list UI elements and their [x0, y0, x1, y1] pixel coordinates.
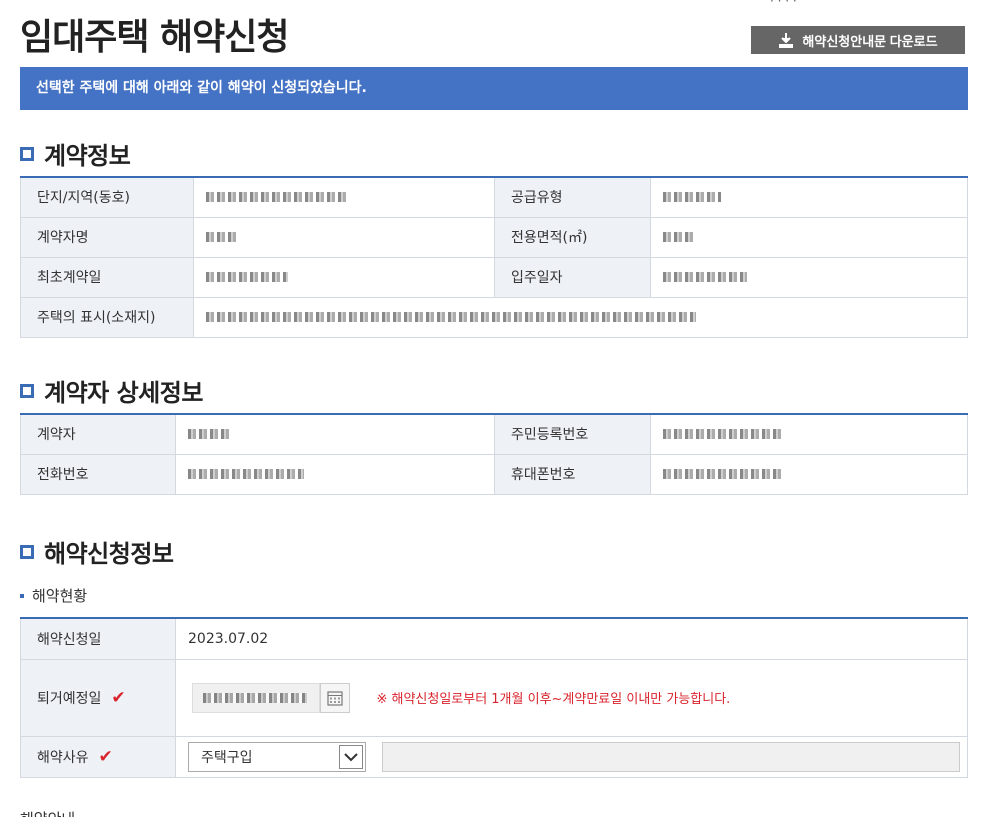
- label-area: 전용면적(㎡): [494, 217, 651, 258]
- reason-detail-input[interactable]: [382, 741, 961, 772]
- section-title-cancellation: 해약신청정보: [20, 534, 174, 569]
- footer-cut-text: 해약안내: [20, 808, 75, 817]
- chevron-down-icon[interactable]: [339, 744, 363, 769]
- section-title-contractor: 계약자 상세정보: [20, 373, 203, 408]
- label-reason-text: 해약사유: [37, 749, 89, 766]
- section-square-icon: [20, 544, 34, 559]
- move-out-date-picker[interactable]: [192, 682, 350, 713]
- label-supply-type: 공급유형: [494, 177, 651, 218]
- notice-banner: 선택한 주택에 대해 아래와 같이 해약이 신청되었습니다.: [20, 67, 968, 110]
- reason-cell: 주택구입: [175, 736, 968, 778]
- label-complex: 단지/지역(동호): [20, 177, 194, 218]
- label-reason: 해약사유 ✔: [20, 736, 176, 778]
- value-contractor: [175, 414, 495, 455]
- value-contractor-name: [193, 217, 495, 258]
- label-move-in-date: 입주일자: [494, 257, 651, 298]
- reason-select-value: 주택구입: [201, 749, 253, 766]
- label-move-out-date-text: 퇴거예정일: [37, 690, 102, 707]
- value-complex: [193, 177, 495, 218]
- download-guide-button[interactable]: 해약신청안내문 다운로드: [751, 26, 965, 54]
- section-title-cancellation-text: 해약신청정보: [44, 540, 174, 568]
- label-mobile: 휴대폰번호: [494, 454, 651, 495]
- label-resident-no: 주민등록번호: [494, 414, 651, 455]
- reason-select[interactable]: 주택구입: [188, 741, 366, 772]
- bullet-icon: [20, 593, 24, 598]
- contractor-info-table: 계약자 주민등록번호 전화번호 휴대폰번호: [20, 413, 968, 495]
- value-move-in-date: [650, 257, 968, 298]
- subtitle-cancellation-status: 해약현황: [20, 585, 87, 606]
- download-guide-label: 해약신청안내문 다운로드: [802, 33, 938, 49]
- subtitle-text: 해약현황: [32, 587, 88, 605]
- move-out-date-warning: ※ 해약신청일로부터 1개월 이후~계약만료일 이내만 가능합니다.: [376, 692, 731, 707]
- value-phone: [175, 454, 495, 495]
- label-first-contract-date: 최초계약일: [20, 257, 194, 298]
- label-phone: 전화번호: [20, 454, 176, 495]
- value-area: [650, 217, 968, 258]
- value-address: [193, 297, 968, 338]
- contract-info-table: 단지/지역(동호) 공급유형 계약자명 전용면적(㎡) 최초계약일 입주일자 주…: [20, 176, 968, 338]
- label-contractor: 계약자: [20, 414, 176, 455]
- value-first-contract-date: [193, 257, 495, 298]
- value-apply-date: 2023.07.02: [175, 618, 968, 660]
- section-square-icon: [20, 146, 34, 161]
- required-check-icon: ✔: [111, 687, 126, 708]
- top-cut-text: · · · ·: [770, 0, 797, 8]
- section-title-contract-text: 계약정보: [44, 142, 131, 170]
- label-move-out-date: 퇴거예정일 ✔: [20, 659, 176, 737]
- section-square-icon: [20, 383, 34, 398]
- value-resident-no: [650, 414, 968, 455]
- download-icon: [779, 33, 794, 48]
- label-contractor-name: 계약자명: [20, 217, 194, 258]
- section-title-contractor-text: 계약자 상세정보: [44, 379, 203, 407]
- section-title-contract: 계약정보: [20, 136, 131, 171]
- cancellation-form-table: 해약신청일 2023.07.02 퇴거예정일 ✔ ※ 해약신청일로부터 1개월 이…: [20, 617, 968, 778]
- value-supply-type: [650, 177, 968, 218]
- page-title: 임대주택 해약신청: [20, 17, 289, 58]
- move-out-date-input[interactable]: [192, 682, 320, 713]
- required-check-icon: ✔: [98, 746, 113, 767]
- label-apply-date: 해약신청일: [20, 618, 176, 660]
- label-address: 주택의 표시(소재지): [20, 297, 194, 338]
- value-mobile: [650, 454, 968, 495]
- move-out-date-cell: ※ 해약신청일로부터 1개월 이후~계약만료일 이내만 가능합니다.: [175, 659, 968, 737]
- calendar-icon[interactable]: [320, 682, 350, 713]
